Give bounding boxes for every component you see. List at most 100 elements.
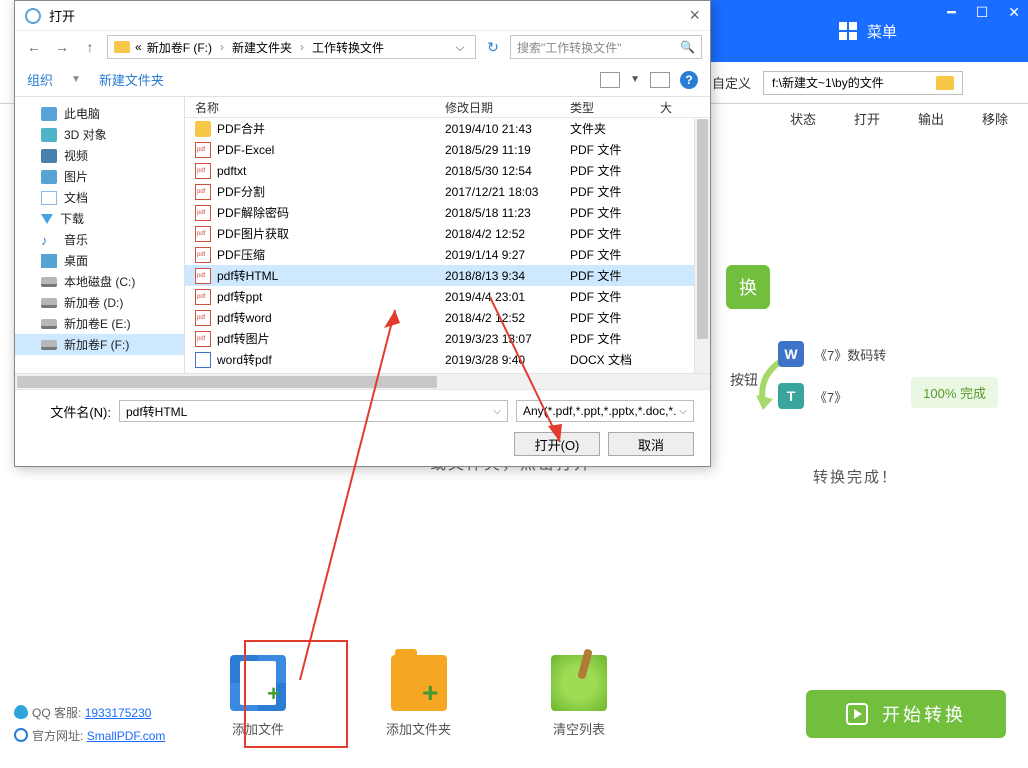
open-button[interactable]: 打开(O) [514, 432, 600, 456]
file-date: 2018/4/2 12:52 [445, 311, 570, 325]
dialog-close-button[interactable]: × [689, 5, 700, 26]
refresh-button[interactable]: ↻ [482, 36, 504, 58]
file-icon [195, 331, 211, 347]
scrollbar-horizontal[interactable] [15, 373, 710, 389]
file-filter-select[interactable]: Any(*.pdf,*.ppt,*.pptx,*.doc,*.⌵ [516, 400, 694, 422]
open-file-dialog: 打开 × ← → ↑ « 新加卷F (F:)› 新建文件夹› 工作转换文件 ⌵ … [14, 0, 711, 467]
file-row[interactable]: PDF分割2017/12/21 18:03PDF 文件 [185, 181, 710, 202]
qq-link[interactable]: 1933175230 [85, 706, 152, 720]
tree-item[interactable]: 新加卷E (E:) [15, 313, 184, 334]
annotation-highlight [244, 640, 348, 748]
nav-up-button[interactable]: ↑ [79, 36, 101, 58]
tree-item[interactable]: 此电脑 [15, 103, 184, 124]
file-date: 2017/12/21 18:03 [445, 185, 570, 199]
file-row[interactable]: PDF压缩2019/1/14 9:27PDF 文件 [185, 244, 710, 265]
tree-item-label: 图片 [64, 168, 88, 185]
add-folder-icon [391, 655, 447, 711]
organize-menu[interactable]: 组织 [27, 70, 53, 89]
tree-item[interactable]: 下载 [15, 208, 184, 229]
file-row[interactable]: pdf转word 2018/4/2 12:52PDF 文件 [185, 307, 710, 328]
file-date: 2019/3/23 13:07 [445, 332, 570, 346]
file-name: pdf转word [217, 309, 272, 326]
preview-bubble: W 《7》数码转 T 《7》 100% 完成 [768, 325, 998, 485]
progress-done-pill: 100% 完成 [911, 377, 998, 408]
file-row[interactable]: pdf转图片2019/3/23 13:07PDF 文件 [185, 328, 710, 349]
file-type: PDF 文件 [570, 288, 660, 305]
footer-links: QQ 客服: 1933175230 官方网址: SmallPDF.com [14, 702, 165, 748]
file-row[interactable]: pdf转HTML2018/8/13 9:34PDF 文件 [185, 265, 710, 286]
tree-item-icon [41, 107, 57, 121]
output-path-input[interactable]: f:\新建文~1\by的文件 [763, 71, 963, 95]
tree-item-icon [41, 149, 57, 163]
breadcrumb[interactable]: « 新加卷F (F:)› 新建文件夹› 工作转换文件 ⌵ [107, 35, 476, 59]
file-list-header[interactable]: 名称 修改日期 类型 大 [185, 97, 710, 118]
file-icon [195, 205, 211, 221]
tree-item[interactable]: 图片 [15, 166, 184, 187]
folder-tree[interactable]: 此电脑3D 对象视频图片文档下载♪音乐桌面本地磁盘 (C:)新加卷 (D:)新加… [15, 97, 185, 373]
qq-icon [14, 705, 28, 719]
close-button[interactable]: ✕ [1008, 4, 1020, 21]
start-convert-button[interactable]: 开始转换 [806, 690, 1006, 738]
file-name: pdftxt [217, 164, 246, 178]
tree-item-icon [41, 340, 57, 350]
scrollbar-vertical[interactable] [694, 119, 710, 373]
filename-input[interactable]: pdf转HTML⌵ [119, 400, 508, 422]
dialog-toolbar: 组织▼ 新建文件夹 ▼ ? [15, 63, 710, 97]
file-row[interactable]: PDF-Excel2018/5/29 11:19PDF 文件 [185, 139, 710, 160]
file-icon [195, 184, 211, 200]
add-folder-button[interactable]: 添加文件夹 [386, 655, 451, 738]
tree-item[interactable]: 新加卷 (D:) [15, 292, 184, 313]
file-date: 2019/4/4 23:01 [445, 290, 570, 304]
cancel-button[interactable]: 取消 [608, 432, 694, 456]
file-type: PDF 文件 [570, 330, 660, 347]
file-row[interactable]: PDF解除密码2018/5/18 11:23PDF 文件 [185, 202, 710, 223]
file-type: PDF 文件 [570, 162, 660, 179]
tree-item-icon [41, 128, 57, 142]
tree-item[interactable]: 桌面 [15, 250, 184, 271]
file-date: 2018/5/30 12:54 [445, 164, 570, 178]
nav-forward-button[interactable]: → [51, 36, 73, 58]
file-row[interactable]: pdftxt 2018/5/30 12:54PDF 文件 [185, 160, 710, 181]
new-folder-button[interactable]: 新建文件夹 [99, 70, 164, 89]
file-name: pdf转HTML [217, 267, 278, 284]
tree-item-label: 3D 对象 [64, 126, 107, 143]
view-options-button[interactable] [600, 72, 620, 88]
file-row[interactable]: PDF图片获取2018/4/2 12:52PDF 文件 [185, 223, 710, 244]
maximize-button[interactable]: ☐ [976, 4, 989, 21]
minimize-button[interactable]: ━ [947, 4, 955, 21]
clear-list-button[interactable]: 清空列表 [551, 655, 607, 738]
app-icon [25, 8, 41, 24]
tree-item-icon [41, 277, 57, 287]
file-icon [195, 142, 211, 158]
file-type: 文件夹 [570, 120, 660, 137]
site-link[interactable]: SmallPDF.com [87, 729, 166, 743]
preview-pane-button[interactable] [650, 72, 670, 88]
help-button[interactable]: ? [680, 71, 698, 89]
tree-item-icon: ♪ [41, 233, 57, 247]
tree-item-label: 视频 [64, 147, 88, 164]
file-row[interactable]: pdf转ppt2019/4/4 23:01PDF 文件 [185, 286, 710, 307]
tree-item[interactable]: 本地磁盘 (C:) [15, 271, 184, 292]
tree-item[interactable]: ♪音乐 [15, 229, 184, 250]
play-icon [846, 703, 868, 725]
file-type: PDF 文件 [570, 183, 660, 200]
search-input[interactable]: 搜索"工作转换文件" 🔍 [510, 35, 702, 59]
tree-item[interactable]: 3D 对象 [15, 124, 184, 145]
file-type: PDF 文件 [570, 309, 660, 326]
tree-item[interactable]: 视频 [15, 145, 184, 166]
tree-item-label: 此电脑 [64, 105, 100, 122]
dialog-title: 打开 [49, 6, 75, 25]
tree-item[interactable]: 新加卷F (F:) [15, 334, 184, 355]
file-row[interactable]: PDF合并2019/4/10 21:43文件夹 [185, 118, 710, 139]
file-date: 2019/3/28 9:40 [445, 353, 570, 367]
file-type: DOCX 文档 [570, 351, 660, 368]
file-row[interactable]: word转pdf2019/3/28 9:40DOCX 文档 [185, 349, 710, 370]
tree-item-label: 新加卷F (F:) [64, 336, 129, 353]
file-icon [195, 163, 211, 179]
nav-back-button[interactable]: ← [23, 36, 45, 58]
tree-item[interactable]: 文档 [15, 187, 184, 208]
file-list[interactable]: 名称 修改日期 类型 大 PDF合并2019/4/10 21:43文件夹PDF-… [185, 97, 710, 373]
file-type: PDF 文件 [570, 225, 660, 242]
file-icon [195, 289, 211, 305]
menu-label[interactable]: 菜单 [867, 21, 897, 42]
